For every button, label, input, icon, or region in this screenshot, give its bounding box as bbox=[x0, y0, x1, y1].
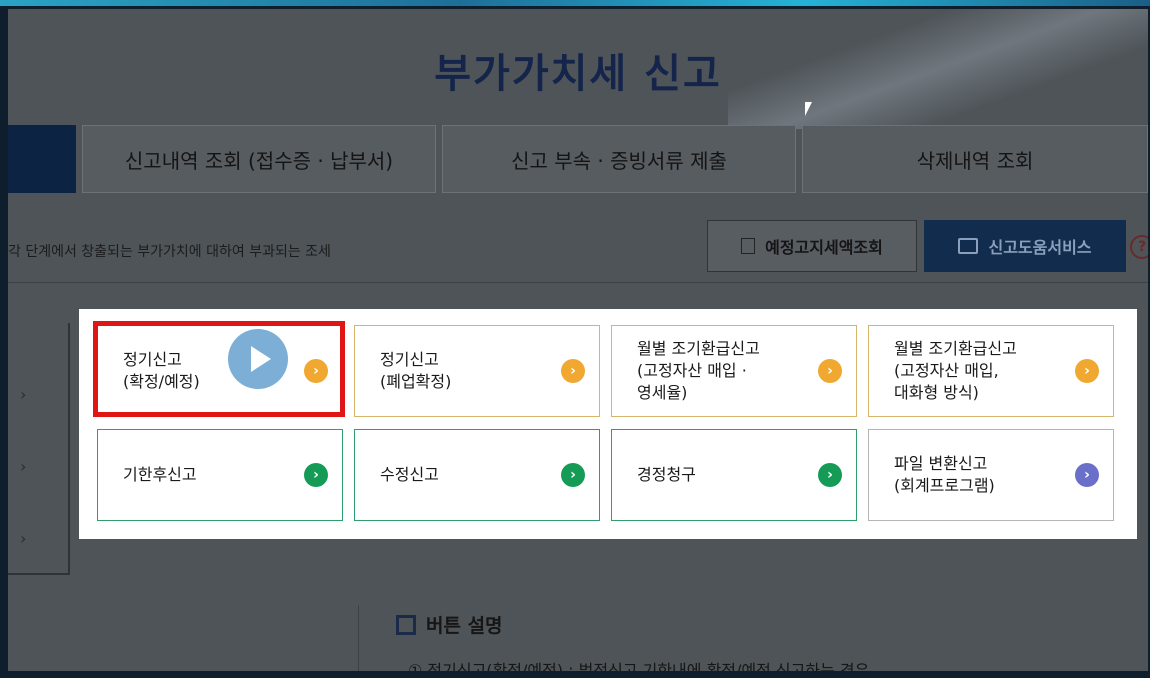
chevron-right-icon[interactable]: › bbox=[20, 457, 26, 476]
filing-help-service-label: 신고도움서비스 bbox=[988, 238, 1092, 257]
card-label: 기한후신고 bbox=[123, 465, 197, 484]
vat-description: 각 단계에서 창출되는 부가가치에 대하여 부과되는 조세 bbox=[8, 244, 331, 260]
button-explanation-line: ① 정기신고(확정/예정) : 법정신고 기한내에 확정/예정 신고하는 경우 bbox=[408, 661, 870, 671]
arrow-right-icon: › bbox=[561, 359, 585, 383]
window-top-border bbox=[0, 0, 1150, 6]
card-early-refund-interactive[interactable]: 월별 조기환급신고 (고정자산 매입, 대화형 방식) › bbox=[868, 325, 1114, 417]
notice-tax-lookup-button[interactable]: 예정고지세액조회 bbox=[707, 220, 917, 272]
checkbox-doc-icon bbox=[741, 238, 756, 254]
card-correction-claim[interactable]: 경정청구 › bbox=[611, 429, 857, 521]
divider-vertical bbox=[358, 605, 359, 671]
card-closure-filing[interactable]: 정기신고 (폐업확정) › bbox=[354, 325, 600, 417]
tab-filing-history[interactable]: 신고내역 조회 (접수증 · 납부서) bbox=[82, 125, 436, 193]
chevron-right-icon[interactable]: › bbox=[20, 529, 26, 548]
help-question-icon[interactable]: ? bbox=[1130, 235, 1148, 259]
video-play-button[interactable] bbox=[228, 329, 288, 389]
screen-frame: 부가가치세 신고 신고내역 조회 (접수증 · 납부서) 신고 부속 · 증빙서… bbox=[0, 0, 1150, 678]
card-amended-filing[interactable]: 수정신고 › bbox=[354, 429, 600, 521]
card-early-refund-filing[interactable]: 월별 조기환급신고 (고정자산 매입 · 영세율) › bbox=[611, 325, 857, 417]
divider bbox=[8, 282, 1148, 283]
card-label: 경정청구 bbox=[637, 465, 696, 484]
card-label: 수정신고 bbox=[380, 465, 439, 484]
arrow-right-icon: › bbox=[818, 463, 842, 487]
card-label: 월별 조기환급신고 (고정자산 매입, 대화형 방식) bbox=[894, 339, 1017, 402]
card-file-conversion-filing[interactable]: 파일 변환신고 (회계프로그램) › bbox=[868, 429, 1114, 521]
arrow-right-icon: › bbox=[561, 463, 585, 487]
card-late-filing[interactable]: 기한후신고 › bbox=[97, 429, 343, 521]
tab-deleted-history[interactable]: 삭제내역 조회 bbox=[802, 125, 1148, 193]
page-title: 부가가치세 신고 bbox=[434, 51, 722, 97]
highlight-box bbox=[93, 321, 345, 417]
arrow-right-icon: › bbox=[304, 463, 328, 487]
button-explanation-title: 버튼 설명 bbox=[396, 611, 503, 638]
card-label: 월별 조기환급신고 (고정자산 매입 · 영세율) bbox=[637, 339, 760, 402]
card-label: 파일 변환신고 (회계프로그램) bbox=[894, 454, 995, 495]
arrow-right-icon: › bbox=[1075, 463, 1099, 487]
button-explanation-label: 버튼 설명 bbox=[426, 615, 503, 637]
left-menu-panel: › › › bbox=[8, 323, 70, 575]
filing-help-service-button[interactable]: 신고도움서비스 bbox=[924, 220, 1126, 272]
book-icon bbox=[958, 238, 979, 254]
arrow-right-icon: › bbox=[1075, 359, 1099, 383]
card-label: 정기신고 (폐업확정) bbox=[380, 350, 452, 391]
notice-tax-lookup-label: 예정고지세액조회 bbox=[765, 238, 883, 257]
mouse-cursor-icon bbox=[805, 102, 812, 116]
play-icon bbox=[251, 346, 271, 372]
arrow-right-icon: › bbox=[818, 359, 842, 383]
chevron-right-icon[interactable]: › bbox=[20, 385, 26, 404]
square-bullet-icon bbox=[396, 614, 416, 635]
tab-attachments[interactable]: 신고 부속 · 증빙서류 제출 bbox=[442, 125, 796, 193]
tab-active[interactable] bbox=[8, 125, 76, 193]
